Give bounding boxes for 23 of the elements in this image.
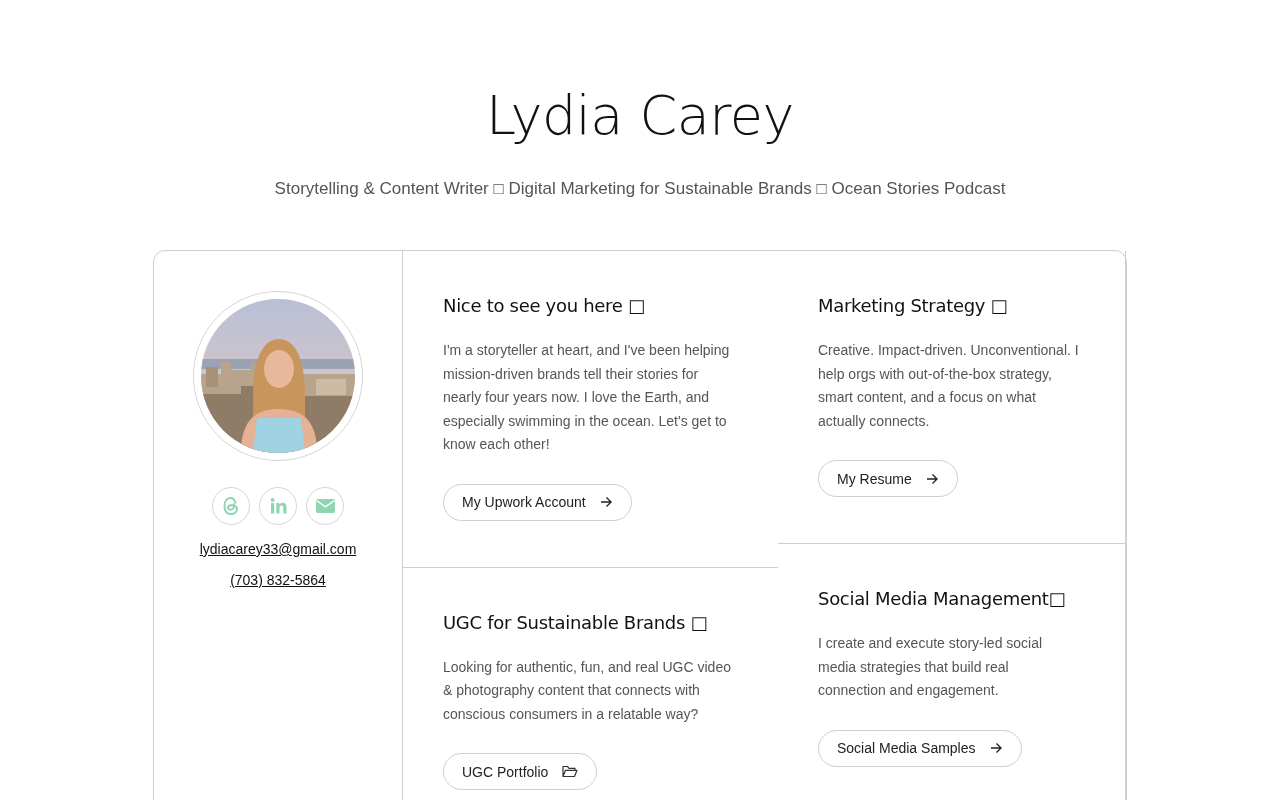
card-text: Creative. Impact-driven. Unconventional. I help orgs with out-of-the-box strategy, smart content, and a focus on what actually connects. bbox=[818, 341, 1080, 431]
page-title: Lydia Carey bbox=[485, 83, 795, 149]
arrow-icon bbox=[599, 496, 613, 508]
card-title: Marketing Strategy □ bbox=[818, 294, 1008, 318]
phone-link[interactable]: (703) 832-5864 bbox=[230, 572, 326, 588]
card-text: I'm a storyteller at heart, and I've been helping mission-driven brands tell their stories for nearly four years now. I love the Earth, and especially swimming in the ocean. Let's get to know each other! bbox=[443, 341, 731, 454]
card-text: I create and execute story-led social media strategies that build real connection and engagement. bbox=[818, 634, 1044, 700]
linkedin-icon bbox=[269, 498, 287, 514]
link-button[interactable]: UGC Portfolio bbox=[443, 753, 598, 790]
link-button[interactable]: My Resume bbox=[818, 460, 958, 497]
link-button[interactable]: Social Media Samples bbox=[818, 729, 1022, 767]
tagline: Storytelling & Content Writer □ Digital Marketing for Sustainable Brands □ Ocean Stories Podcast bbox=[274, 178, 1006, 200]
card-title: Social Media Management□ bbox=[818, 587, 1066, 611]
link-button[interactable]: My Upwork Account bbox=[443, 483, 632, 521]
folder-icon bbox=[562, 765, 579, 778]
email-link[interactable]: lydiacarey33@gmail.com bbox=[199, 541, 357, 557]
mail-icon bbox=[315, 499, 335, 513]
card-title: Nice to see you here □ bbox=[443, 294, 645, 318]
arrow-icon bbox=[989, 742, 1003, 754]
card-text: Looking for authentic, fun, and real UGC video & photography content that connects with conscious consumers in a relatable way? bbox=[443, 657, 732, 724]
card-title: UGC for Sustainable Brands □ bbox=[443, 610, 708, 635]
arrow-icon bbox=[925, 472, 939, 485]
threads-icon bbox=[222, 496, 240, 516]
